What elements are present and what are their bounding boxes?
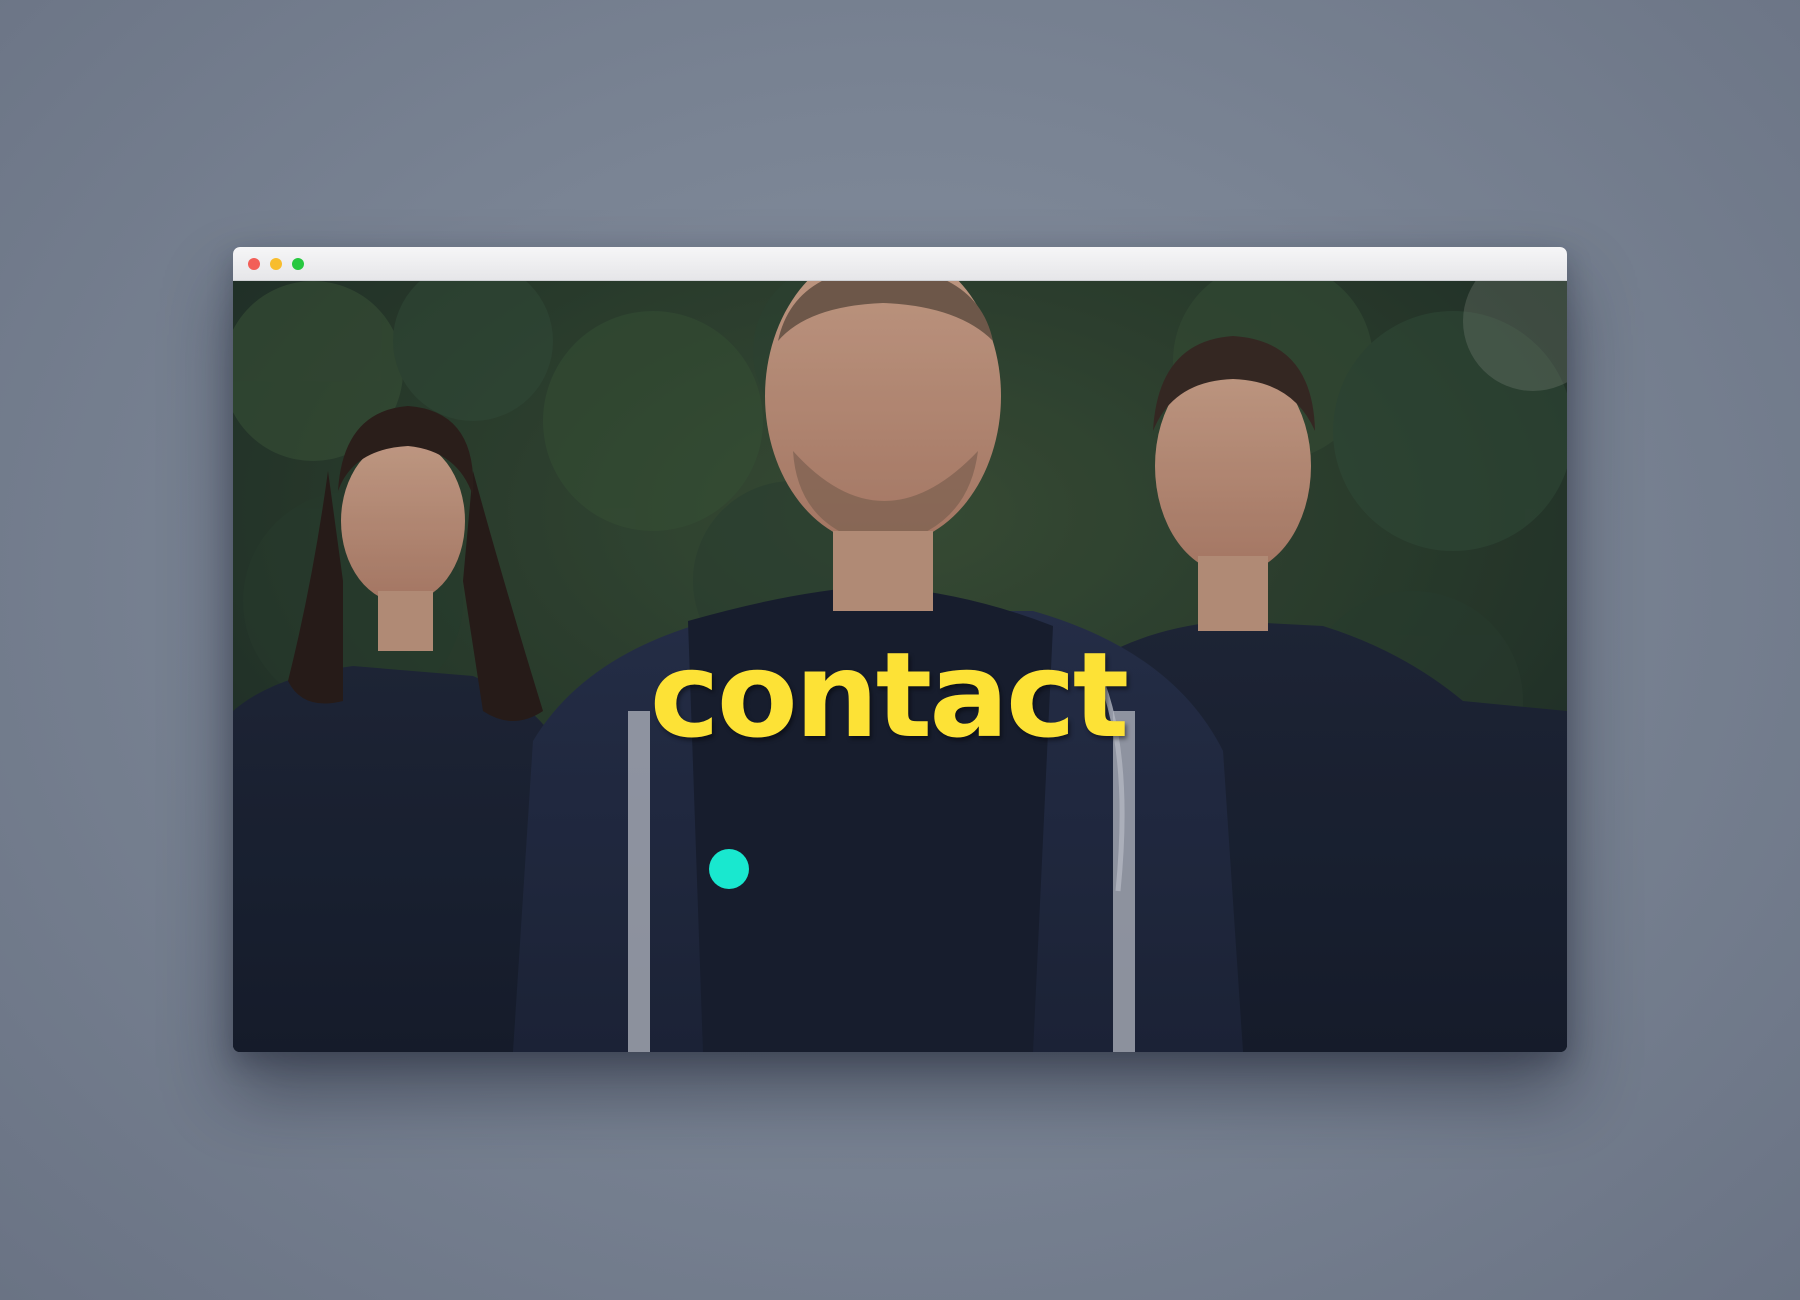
page-title: contact — [649, 626, 1129, 764]
window-titlebar — [233, 247, 1567, 281]
cursor-indicator — [709, 849, 749, 889]
close-window-button[interactable] — [248, 258, 260, 270]
minimize-window-button[interactable] — [270, 258, 282, 270]
desktop-background: contact — [0, 0, 1800, 1300]
browser-window: contact — [233, 247, 1567, 1052]
hero-section: contact — [233, 281, 1567, 1052]
maximize-window-button[interactable] — [292, 258, 304, 270]
